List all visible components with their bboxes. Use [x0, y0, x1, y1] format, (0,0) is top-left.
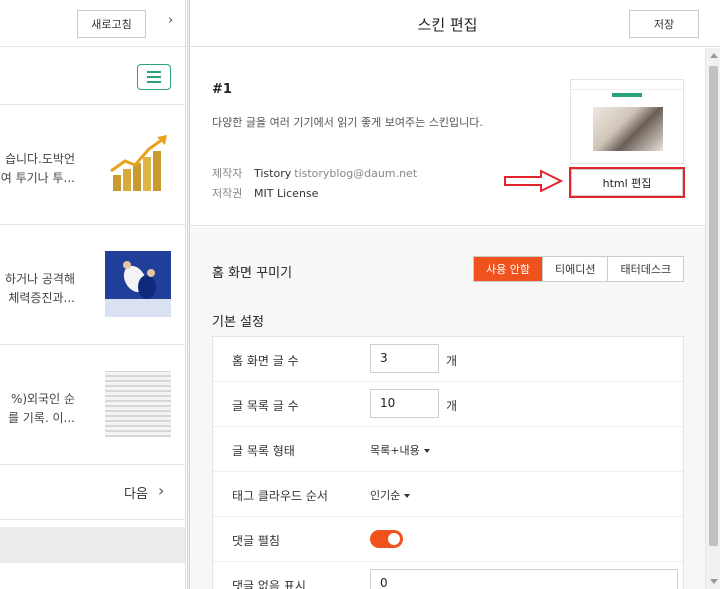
list-item[interactable]: 습니다.도박언 여 투기나 투...	[0, 105, 185, 225]
dropdown-value: 인기순	[370, 489, 401, 502]
home-decoration-title: 홈 화면 꾸미기	[212, 266, 293, 281]
excerpt-line: 습니다.도박언	[4, 152, 75, 166]
setting-label: 글 목록 글 수	[232, 399, 299, 413]
setting-row: 댓글 펼침	[213, 517, 683, 562]
blog-preview-panel: 새로고침 › 습니다.도박언 여 투기나 투... 하거나 공격해 체력증진과.…	[0, 0, 186, 589]
vertical-scrollbar[interactable]	[705, 48, 720, 589]
license-value: MIT License	[254, 187, 319, 200]
gold-coin-chart-thumbnail	[105, 131, 171, 197]
setting-label: 댓글 펼침	[232, 534, 280, 548]
setting-row: 글 목록 글 수 10 개	[213, 382, 683, 427]
list-post-count-input[interactable]: 10	[370, 389, 439, 418]
setting-row: 글 목록 형태 목록+내용	[213, 427, 683, 472]
home-decoration-options: 사용 안함 티에디션 태터데스크	[473, 256, 685, 282]
page-title: 스킨 편집	[417, 16, 478, 34]
preview-toolbar: 새로고침 ›	[0, 0, 185, 47]
save-button[interactable]: 저장	[629, 10, 699, 38]
skin-thumbnail	[570, 79, 684, 164]
highlight-annotation	[569, 167, 685, 198]
excerpt-line: 여 투기나 투...	[0, 171, 75, 185]
post-excerpt: 하거나 공격해 체력증진과...	[0, 270, 75, 308]
basic-settings-table: 홈 화면 글 수 3 개 글 목록 글 수 10 개 글 목록 형태 목록+내용…	[212, 336, 684, 589]
setting-label: 홈 화면 글 수	[232, 354, 299, 368]
scrollbar-thumb[interactable]	[709, 66, 718, 546]
caret-down-icon	[404, 494, 411, 498]
comment-expand-toggle[interactable]	[370, 530, 403, 548]
judo-photo-thumbnail	[105, 251, 171, 317]
setting-row: 댓글 없음 표시 0	[213, 562, 683, 589]
post-excerpt: %)외국인 순 를 기록. 이...	[0, 390, 75, 428]
option-tatter-desk[interactable]: 태터데스크	[607, 257, 684, 281]
option-t-edition[interactable]: 티에디션	[541, 257, 608, 281]
refresh-button[interactable]: 새로고침	[77, 10, 146, 38]
list-type-dropdown[interactable]: 목록+내용	[370, 442, 430, 458]
unit-label: 개	[446, 354, 458, 368]
collapse-arrow-icon[interactable]: ›	[168, 13, 173, 28]
preview-footer	[0, 527, 185, 563]
setting-label: 댓글 없음 표시	[232, 579, 306, 589]
next-page-link[interactable]: 다음	[124, 483, 148, 502]
skin-info-card: #1 다양한 글을 여러 기기에서 읽기 좋게 보여주는 스킨입니다. 제작자 T…	[190, 48, 705, 226]
excerpt-line: 체력증진과...	[8, 291, 75, 305]
setting-row: 태그 클라우드 순서 인기순	[213, 472, 683, 517]
option-none[interactable]: 사용 안함	[474, 257, 542, 281]
list-item[interactable]: 하거나 공격해 체력증진과...	[0, 225, 185, 345]
maker-key: 제작자	[212, 167, 243, 180]
chevron-right-icon[interactable]: ›	[158, 481, 164, 500]
excerpt-line: 를 기록. 이...	[7, 411, 75, 425]
hamburger-menu-icon[interactable]	[137, 64, 171, 90]
skin-editor-panel: 스킨 편집 저장 #1 다양한 글을 여러 기기에서 읽기 좋게 보여주는 스킨…	[190, 0, 720, 589]
tag-order-dropdown[interactable]: 인기순	[370, 487, 411, 503]
excerpt-line: 하거나 공격해	[4, 272, 75, 286]
scroll-down-icon[interactable]	[710, 579, 718, 584]
skin-number: #1	[212, 82, 232, 97]
dropdown-value: 목록+내용	[370, 444, 420, 457]
list-item[interactable]: %)외국인 순 를 기록. 이...	[0, 345, 185, 465]
app-root: 새로고침 › 습니다.도박언 여 투기나 투... 하거나 공격해 체력증진과.…	[0, 0, 720, 589]
skin-settings: 홈 화면 꾸미기 사용 안함 티에디션 태터데스크 기본 설정 홈 화면 글 수…	[190, 227, 705, 589]
license-key: 저작권	[212, 187, 243, 200]
editor-header: 스킨 편집 저장	[190, 0, 720, 47]
maker-email: tistoryblog@daum.net	[294, 167, 418, 180]
no-comment-text-input[interactable]: 0	[370, 569, 678, 589]
scroll-up-icon[interactable]	[710, 53, 718, 58]
setting-label: 태그 클라우드 순서	[232, 489, 328, 503]
maker-name: Tistory	[254, 167, 292, 180]
setting-row: 홈 화면 글 수 3 개	[213, 337, 683, 382]
caret-down-icon	[423, 449, 430, 453]
unit-label: 개	[446, 399, 458, 413]
excerpt-line: %)외국인 순	[10, 392, 75, 406]
skin-license: 저작권 MIT License	[212, 185, 318, 201]
pagination[interactable]: 다음 ›	[0, 465, 185, 520]
post-excerpt: 습니다.도박언 여 투기나 투...	[0, 150, 75, 188]
skin-maker: 제작자 Tistory tistoryblog@daum.net	[212, 165, 417, 181]
stock-table-thumbnail	[105, 371, 171, 437]
skin-description: 다양한 글을 여러 기기에서 읽기 좋게 보여주는 스킨입니다.	[212, 116, 483, 129]
basic-settings-title: 기본 설정	[212, 315, 264, 330]
preview-nav-bar	[0, 47, 185, 105]
setting-label: 글 목록 형태	[232, 444, 295, 458]
home-post-count-input[interactable]: 3	[370, 344, 439, 373]
red-arrow-annotation-icon	[504, 170, 563, 192]
